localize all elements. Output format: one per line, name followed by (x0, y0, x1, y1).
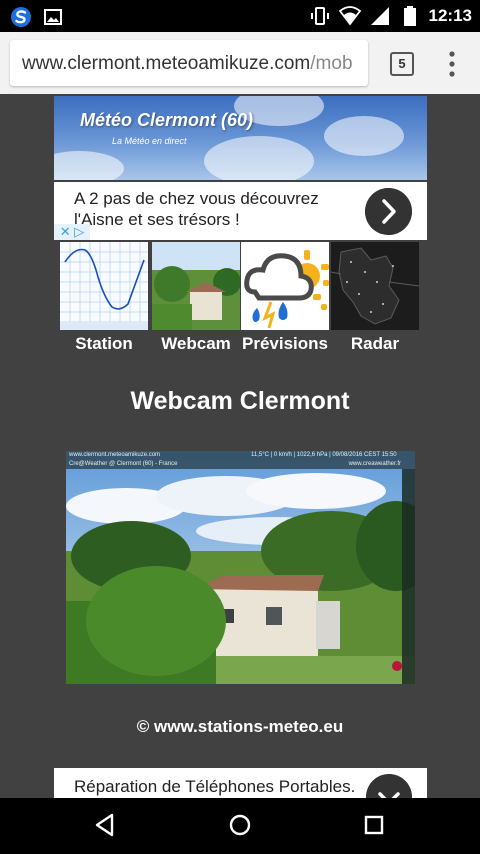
url-domain: www.clermont.meteoamikuze.com (22, 53, 311, 74)
overflow-menu-icon[interactable] (447, 50, 457, 78)
nav-webcam-label[interactable]: Webcam (152, 334, 240, 354)
bottom-ad-arrow-icon[interactable] (366, 774, 412, 798)
system-navigation-bar (0, 798, 480, 854)
weather-storm-icon (241, 242, 329, 330)
nav-radar-thumbnail[interactable] (331, 242, 419, 330)
webcam-thumbnail-image (152, 242, 240, 330)
home-icon[interactable] (225, 810, 255, 840)
address-bar[interactable]: www.clermont.meteoamikuze.com/mob (10, 40, 368, 86)
webcam-station-name: Cre@Weather @ Clermont (60) - France (69, 461, 178, 467)
vibrate-icon (310, 7, 329, 25)
clock: 12:13 (428, 6, 472, 25)
web-page: Météo Clermont (60) La Météo en direct A… (0, 94, 480, 798)
ad-arrow-icon[interactable] (365, 188, 412, 235)
site-title: Météo Clermont (60) (80, 110, 254, 130)
top-ad-banner[interactable]: A 2 pas de chez vous découvrez l'Aisne e… (54, 182, 427, 240)
page-title: Webcam Clermont (130, 387, 350, 415)
webcam-image[interactable]: www.clermont.meteoamikuze.com Cre@Weathe… (66, 451, 415, 684)
nav-webcam-thumbnail[interactable] (152, 242, 240, 330)
nav-forecast-thumbnail[interactable] (241, 242, 329, 330)
webcam-site-url: www.clermont.meteoamikuze.com (69, 452, 161, 458)
battery-icon (403, 6, 416, 26)
webcam-info-overlay: www.clermont.meteoamikuze.com Cre@Weathe… (66, 451, 415, 469)
nav-station-thumbnail[interactable] (60, 242, 148, 330)
wifi-icon (338, 6, 361, 26)
webcam-weather-readout: 11,5°C | 0 km/h | 1022,6 hPa | 09/08/201… (251, 452, 397, 458)
url-text: www.clermont.meteoamikuze.com/mob (22, 53, 353, 75)
nav-station-label[interactable]: Station (60, 334, 148, 354)
station-graph-icon (60, 242, 148, 330)
nav-radar-label[interactable]: Radar (331, 334, 419, 354)
back-icon[interactable] (90, 810, 120, 840)
url-path: /mob (310, 53, 353, 74)
bottom-ad-text: Réparation de Téléphones Portables. (74, 777, 356, 796)
app-logo-icon (11, 7, 31, 27)
image-notification-icon (44, 9, 62, 25)
nav-forecast-label[interactable]: Prévisions (238, 334, 332, 354)
radar-map-image (331, 242, 419, 330)
bottom-ad-banner[interactable]: Réparation de Téléphones Portables. (54, 768, 427, 798)
status-bar: 12:13 (0, 0, 480, 32)
credit-link[interactable]: © www.stations-meteo.eu (0, 717, 480, 737)
site-header-banner[interactable]: Météo Clermont (60) La Météo en direct (54, 96, 427, 180)
webcam-photo (66, 451, 415, 684)
site-subtitle: La Météo en direct (112, 136, 187, 146)
tab-switcher-button[interactable]: 5 (390, 52, 414, 76)
webcam-provider-url: www.creaweather.fr (348, 461, 401, 467)
recent-apps-icon[interactable] (359, 810, 389, 840)
ad-text: A 2 pas de chez vous découvrez l'Aisne e… (74, 189, 319, 229)
nav-menu: Station Webcam Prévisions Radar (60, 242, 422, 353)
adchoices-icon[interactable]: ✕ ▷ (54, 224, 90, 240)
signal-icon (370, 7, 389, 25)
